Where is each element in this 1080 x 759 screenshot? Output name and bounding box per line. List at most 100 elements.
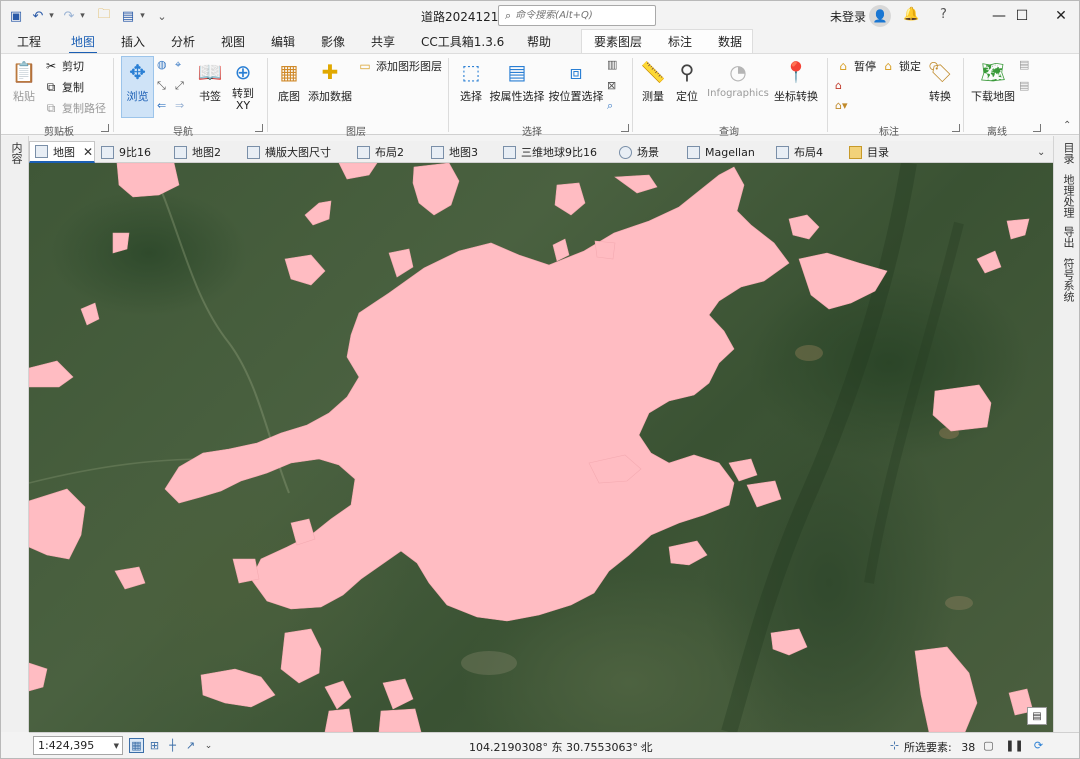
tab-map[interactable]: 地图 [68,33,98,54]
geoprocessing-pane-tab[interactable]: 地理处理 [1060,174,1076,218]
doc-tab-magellan[interactable]: Magellan [687,141,755,163]
sync-icon[interactable]: ▤ [1019,58,1029,71]
window-layout-icon[interactable]: ▤ [119,7,137,25]
cut-button[interactable]: ✂ 剪切 [43,58,84,74]
doc-tab-map3[interactable]: 地图3 [431,141,478,163]
zoom-to-selection-icon[interactable]: ⌕ [607,99,613,113]
undo-dropdown-icon[interactable]: ▾ [47,7,56,25]
tab-feature-layer[interactable]: 要素图层 [594,33,642,50]
selected-features-icon[interactable]: ⊹ [887,738,902,753]
command-search-input[interactable] [515,10,651,21]
selection-launcher-icon[interactable] [621,124,629,132]
doc-tab-layout2[interactable]: 布局2 [357,141,404,163]
tab-list-dropdown-icon[interactable]: ⌄ [1037,141,1045,163]
tab-edit[interactable]: 编辑 [271,33,295,50]
export-pane-tab[interactable]: 导出 [1060,226,1076,248]
sign-in-status[interactable]: 未登录 [830,8,866,25]
app-menu-icon[interactable]: ▣ [7,7,25,25]
lock-labeling-button[interactable]: ⌂ 锁定 [880,58,921,74]
offline-launcher-icon[interactable] [1033,124,1041,132]
tab-help[interactable]: 帮助 [527,33,551,50]
download-map-button[interactable]: 🗺 下载地图 [970,58,1016,104]
scale-selector[interactable]: 1:424,395 ▼ [33,736,123,755]
add-graphics-layer-button[interactable]: ▭ 添加图形图层 [357,58,442,74]
select-button[interactable]: ⬚ 选择 [456,58,486,104]
tab-view[interactable]: 视图 [221,33,245,50]
command-search[interactable]: ⌕ [498,5,656,26]
tab-cc-toolbox[interactable]: CC工具箱1.3.6 [421,33,504,50]
previous-extent-icon[interactable]: ⌖ [175,58,181,72]
convert-labels-button[interactable]: 🏷 转换 [925,58,955,104]
layout-dropdown-icon[interactable]: ▾ [138,7,147,25]
view-unplaced-icon[interactable]: ⌂ [835,79,842,92]
doc-tab-landscape-layout[interactable]: 横版大图尺寸 [247,141,331,163]
contents-pane-tab[interactable]: 内容 [8,142,24,164]
clipboard-launcher-icon[interactable] [101,124,109,132]
tab-analysis[interactable]: 分析 [171,33,195,50]
doc-tab-map[interactable]: 地图 ✕ [29,141,95,163]
close-button[interactable]: ✕ [1041,4,1080,28]
tab-share[interactable]: 共享 [371,33,395,50]
doc-tab-globe-layout[interactable]: 三维地球9比16 [503,141,597,163]
remove-offline-icon[interactable]: ▤ [1019,79,1029,92]
back-arrow-icon[interactable]: ⇐ [157,99,166,112]
collapse-ribbon-icon[interactable]: ⌃ [1063,120,1071,131]
tab-data[interactable]: 数据 [718,33,742,50]
more-labeling-icon[interactable]: ⌂▾ [835,99,848,112]
select-by-attributes-button[interactable]: ▤ 按属性选择 [489,58,545,104]
undo-icon[interactable]: ↶ [30,7,46,25]
crosshair-icon[interactable]: ┼ [165,738,180,753]
doc-tab-layout4[interactable]: 布局4 [776,141,823,163]
forward-arrow-icon[interactable]: ⇒ [175,99,184,112]
redo-dropdown-icon[interactable]: ▾ [78,7,87,25]
customize-toolbar-icon[interactable]: ⌄ [156,7,168,25]
measure-button[interactable]: 📏 测量 [638,58,668,104]
goto-xy-button[interactable]: ⊕ 转到 XY [229,58,257,112]
snapping-icon[interactable]: ⊞ [147,738,162,753]
map-view[interactable]: ▤ [29,163,1053,732]
pause-labeling-button[interactable]: ⌂ 暂停 [835,58,876,74]
locate-button[interactable]: ⚲ 定位 [672,58,702,104]
add-data-button[interactable]: ✚ 添加数据 [307,58,353,104]
attributes-icon[interactable]: ▥ [607,58,617,71]
infographics-button[interactable]: ◔ Infographics [705,58,771,99]
chevron-down-icon[interactable]: ▼ [114,742,119,750]
tab-imagery[interactable]: 影像 [321,33,345,50]
clear-selection-icon[interactable]: ⊠ [607,79,616,92]
coordinate-conversion-button[interactable]: 📍 坐标转换 [773,58,819,104]
maximize-button[interactable]: ☐ [1002,4,1042,28]
help-button[interactable]: ? [940,7,947,22]
labeling-launcher-icon[interactable] [952,124,960,132]
user-avatar-icon[interactable]: 👤 [869,5,891,27]
tab-labeling[interactable]: 标注 [668,33,692,50]
copy-button[interactable]: ⧉ 复制 [43,79,84,95]
catalog-pane-tab[interactable]: 目录 [1060,142,1076,164]
coordinate-format-dropdown-icon[interactable]: ⌄ [635,738,650,753]
paste-button[interactable]: 📋 粘贴 [9,58,39,104]
layer-list-icon[interactable]: ▢ [981,738,996,753]
doc-tab-map2[interactable]: 地图2 [174,141,221,163]
bookmarks-button[interactable]: 📖 书签 [195,58,225,104]
fixed-zoom-out-icon[interactable]: ⤢ [175,79,184,93]
tab-project[interactable]: 工程 [17,33,41,50]
north-arrow-icon[interactable]: ↗ [183,738,198,753]
basemap-button[interactable]: ▦ 底图 [273,58,305,104]
close-tab-icon[interactable]: ✕ [83,145,93,159]
fixed-zoom-in-icon[interactable]: ⤡ [157,79,166,93]
select-by-location-button[interactable]: ⧈ 按位置选择 [548,58,604,104]
navigate-launcher-icon[interactable] [255,124,263,132]
doc-tab-layout-9x16[interactable]: 9比16 [101,141,151,163]
copy-path-button[interactable]: ⧉ 复制路径 [43,100,106,116]
redo-icon[interactable]: ↷ [61,7,77,25]
refresh-icon[interactable]: ⟳ [1031,738,1046,753]
pause-drawing-icon[interactable]: ❚❚ [1005,738,1023,753]
rotation-dropdown-icon[interactable]: ⌄ [201,738,216,753]
notification-bell-icon[interactable]: 🔔 [903,7,919,22]
tab-insert[interactable]: 插入 [121,33,145,50]
doc-tab-catalog[interactable]: 目录 [849,141,889,163]
open-project-icon[interactable]: 🗀 [95,7,113,25]
doc-tab-scene[interactable]: 场景 [619,141,659,163]
grid-toggle-icon[interactable]: ▦ [129,738,144,753]
symbology-pane-tab[interactable]: 符号系统 [1060,258,1076,302]
map-notes-icon[interactable]: ▤ [1027,707,1047,725]
